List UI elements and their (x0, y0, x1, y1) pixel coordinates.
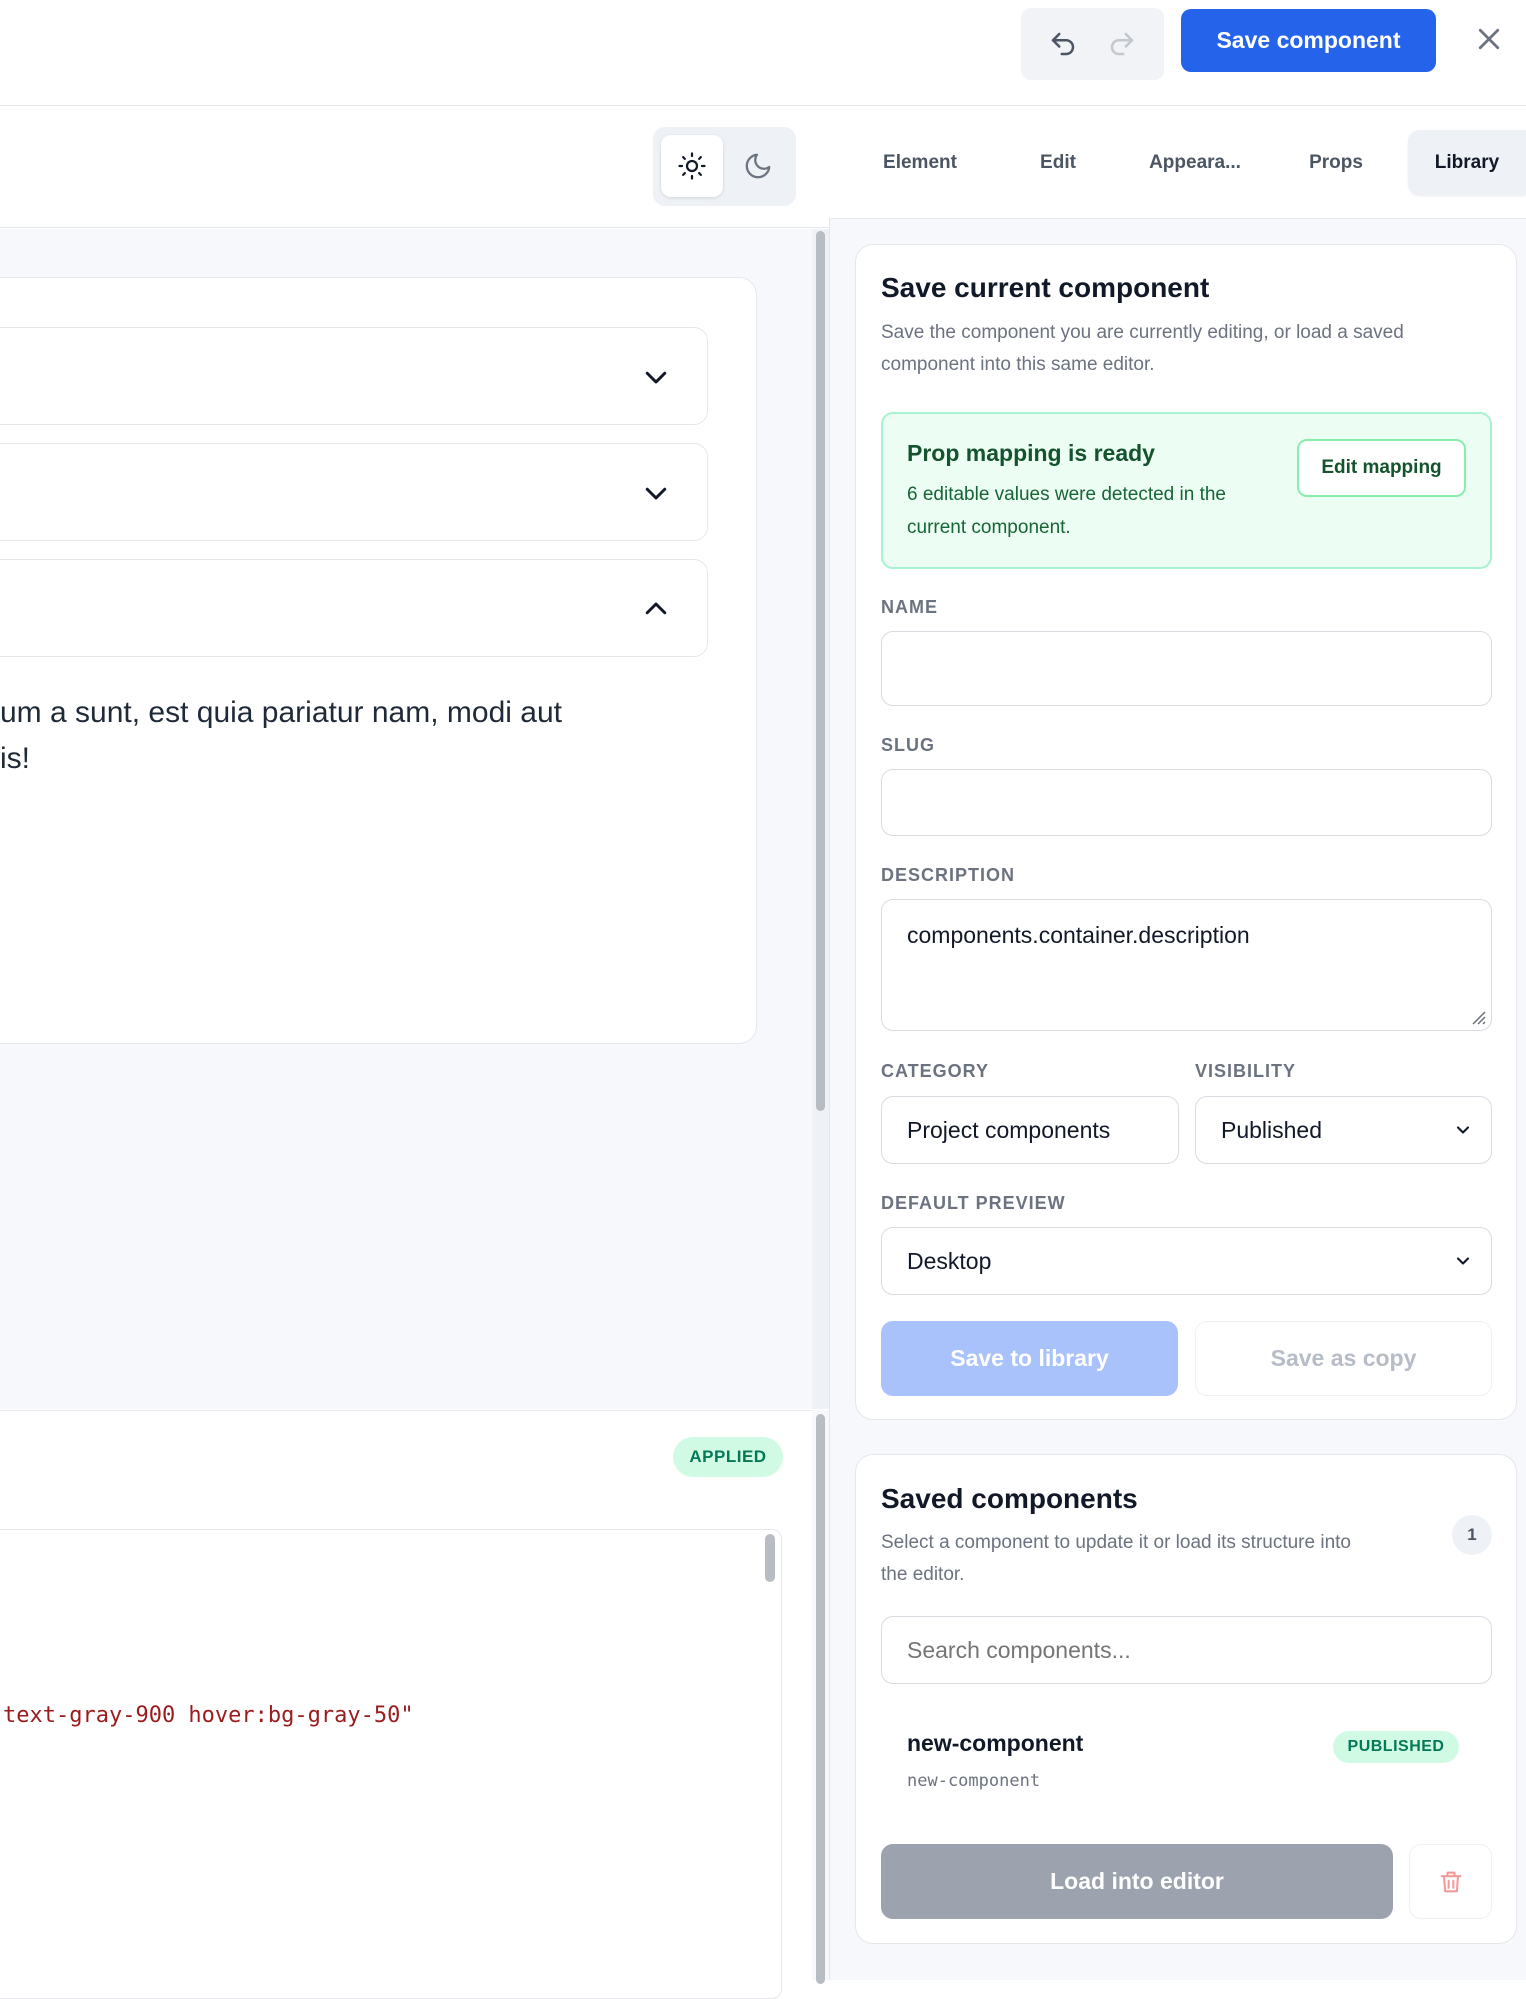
default-preview-value: Desktop (907, 1247, 992, 1274)
chevron-down-icon (1456, 1126, 1470, 1134)
slug-label: SLUG (881, 735, 936, 755)
search-components-input[interactable] (881, 1616, 1492, 1684)
banner-text-line: 6 editable values were detected in the (907, 484, 1226, 505)
default-preview-label: DEFAULT PREVIEW (881, 1193, 1066, 1213)
trash-icon (1440, 1871, 1461, 1892)
category-label: CATEGORY (881, 1061, 990, 1081)
accordion-item-1[interactable] (0, 327, 708, 425)
saved-count-badge: 1 (1452, 1515, 1492, 1555)
chevron-down-icon (645, 487, 667, 500)
canvas-scrollbar[interactable] (812, 229, 829, 1409)
accordion-item-2[interactable] (0, 443, 708, 541)
delete-component-button[interactable] (1409, 1844, 1492, 1919)
close-icon[interactable] (1470, 20, 1508, 58)
scrollbar-thumb[interactable] (816, 231, 825, 1111)
body-text-line: um a sunt, est quia pariatur nam, modi a… (0, 696, 562, 729)
name-input[interactable] (881, 631, 1492, 706)
save-as-copy-button[interactable]: Save as copy (1195, 1321, 1492, 1396)
scrollbar-thumb[interactable] (816, 1414, 825, 1984)
description-textarea[interactable]: components.container.description (881, 899, 1492, 1031)
tab-library[interactable]: Library (1408, 130, 1526, 195)
body-text-line: is! (0, 742, 30, 775)
save-to-library-button[interactable]: Save to library (881, 1321, 1178, 1396)
accordion-body-text: um a sunt, est quia pariatur nam, modi a… (0, 690, 780, 782)
save-component-button[interactable]: Save component (1181, 9, 1436, 72)
name-label: NAME (881, 597, 938, 617)
visibility-select[interactable]: Published (1195, 1096, 1492, 1164)
save-section-title: Save current component (881, 272, 1210, 303)
edit-mapping-button[interactable]: Edit mapping (1297, 439, 1466, 497)
chevron-up-icon (645, 602, 667, 615)
moon-icon[interactable] (727, 135, 789, 197)
published-status-badge: PUBLISHED (1333, 1731, 1459, 1763)
load-into-editor-button[interactable]: Load into editor (881, 1844, 1393, 1919)
tab-element[interactable]: Element (862, 130, 978, 195)
saved-components-title: Saved components (881, 1483, 1138, 1514)
visibility-value: Published (1221, 1116, 1323, 1143)
chevron-down-icon (645, 371, 667, 384)
banner-text-line: current component. (907, 517, 1071, 538)
tab-edit[interactable]: Edit (1022, 130, 1094, 195)
description-line: the editor. (881, 1564, 965, 1585)
description-line: Select a component to update it or load … (881, 1532, 1351, 1553)
visibility-label: VISIBILITY (1195, 1061, 1297, 1081)
redo-icon[interactable] (1102, 24, 1142, 64)
category-input[interactable]: Project components (881, 1096, 1179, 1164)
description-line: Save the component you are currently edi… (881, 322, 1404, 343)
accordion-item-3[interactable] (0, 559, 708, 657)
description-line: component into this same editor. (881, 354, 1155, 375)
description-label: DESCRIPTION (881, 865, 1016, 885)
chevron-down-icon (1456, 1257, 1470, 1265)
saved-item-name[interactable]: new-component (907, 1730, 1083, 1757)
code-line: text-gray-900 hover:bg-gray-50" (3, 1703, 414, 1728)
saved-components-description: Select a component to update it or load … (881, 1527, 1441, 1591)
banner-text: 6 editable values were detected in the c… (907, 478, 1287, 544)
history-controls (1021, 8, 1164, 80)
theme-toggle (653, 127, 796, 206)
code-scrollbar-thumb[interactable] (765, 1534, 775, 1582)
sun-icon[interactable] (661, 135, 723, 197)
code-panel-scrollbar[interactable] (812, 1410, 829, 1984)
description-value: components.container.description (907, 922, 1250, 948)
applied-status-badge: APPLIED (673, 1437, 783, 1477)
tab-appearance[interactable]: Appeara... (1135, 130, 1255, 195)
save-section-description: Save the component you are currently edi… (881, 317, 1471, 381)
default-preview-select[interactable]: Desktop (881, 1227, 1492, 1295)
code-editor[interactable] (0, 1529, 782, 1999)
banner-title: Prop mapping is ready (907, 440, 1155, 466)
tab-props[interactable]: Props (1295, 130, 1377, 195)
resize-grip-icon[interactable] (1467, 1006, 1487, 1026)
slug-input[interactable] (881, 769, 1492, 836)
undo-icon[interactable] (1043, 24, 1083, 64)
saved-item-slug: new-component (907, 1771, 1041, 1791)
